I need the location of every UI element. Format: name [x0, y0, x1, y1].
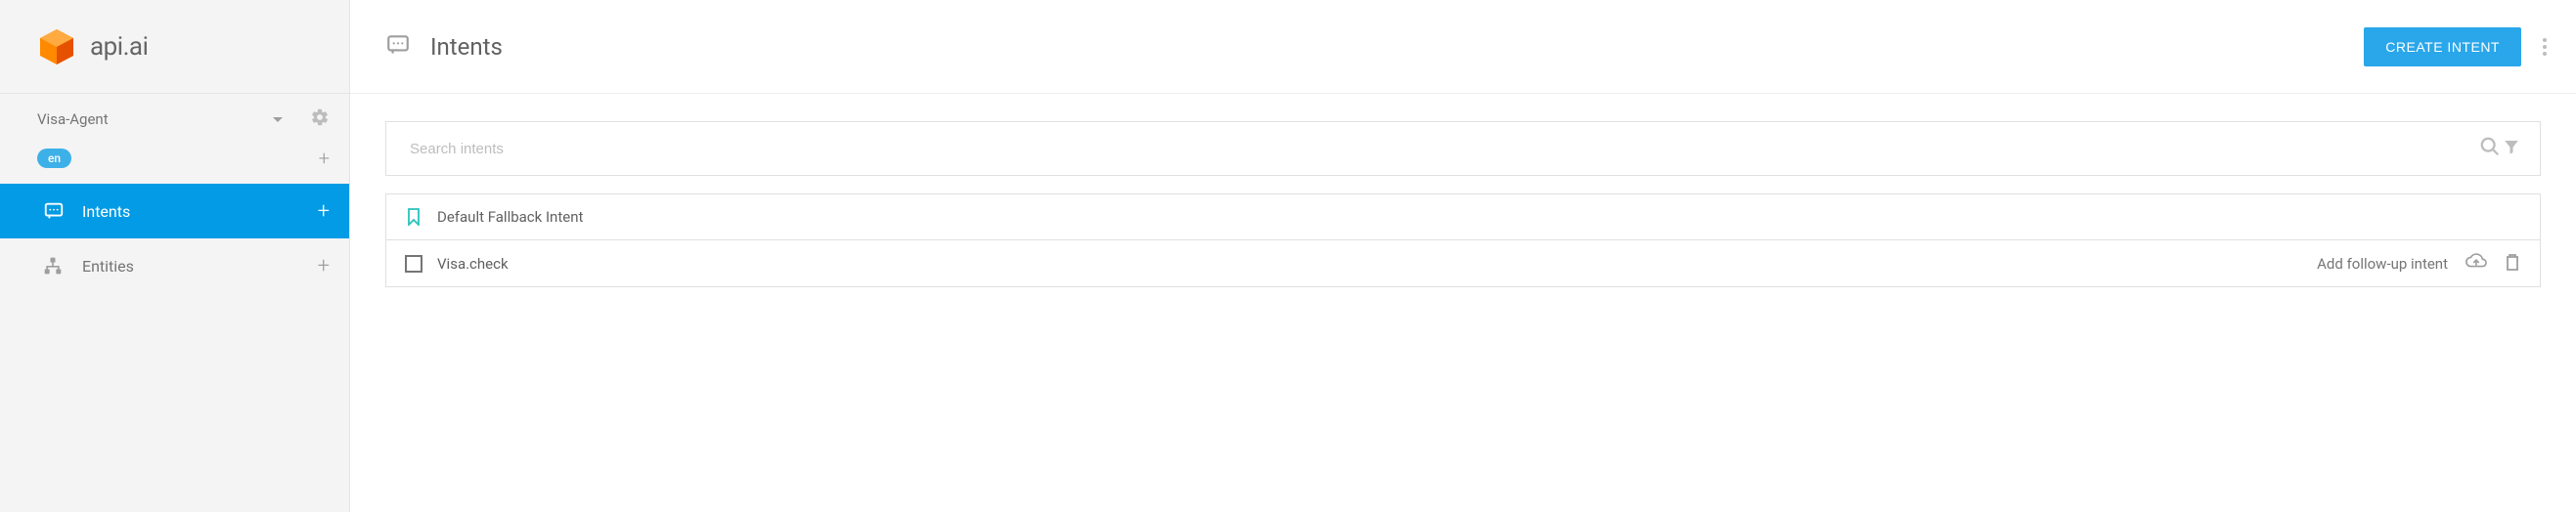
add-intent-icon[interactable]: +: [318, 199, 330, 224]
search-icon[interactable]: [2479, 136, 2501, 161]
bookmark-icon: [404, 207, 423, 227]
intent-list: Default Fallback Intent Visa.check Add f…: [385, 193, 2541, 287]
language-pill[interactable]: en: [37, 149, 71, 168]
nav-label: Entities: [82, 257, 318, 276]
add-entity-icon[interactable]: +: [318, 254, 330, 278]
main: Intents CREATE INTENT: [350, 0, 2576, 512]
sidebar: api.ai Visa-Agent en +: [0, 0, 350, 512]
intent-row[interactable]: Default Fallback Intent: [386, 194, 2540, 240]
entities-icon: [43, 256, 67, 276]
search-input[interactable]: [410, 141, 2479, 157]
agent-name: Visa-Agent: [37, 110, 273, 128]
nav-item-intents[interactable]: Intents +: [0, 184, 349, 238]
filter-icon[interactable]: [2503, 138, 2520, 159]
nav: Intents + Entities +: [0, 184, 349, 293]
trash-icon[interactable]: [2505, 253, 2520, 275]
intent-row[interactable]: Visa.check Add follow-up intent: [386, 240, 2540, 286]
brand-name: api.ai: [90, 32, 148, 62]
nav-label: Intents: [82, 202, 318, 221]
search-box: [385, 121, 2541, 176]
language-row: en +: [0, 141, 349, 184]
add-language-icon[interactable]: +: [319, 147, 330, 170]
add-followup-link[interactable]: Add follow-up intent: [2317, 255, 2448, 273]
intent-name: Default Fallback Intent: [437, 208, 2520, 226]
page-title: Intents: [430, 33, 2364, 61]
nav-item-entities[interactable]: Entities +: [0, 238, 349, 293]
header: Intents CREATE INTENT: [350, 0, 2576, 94]
brand-logo-icon: [37, 27, 76, 66]
logo[interactable]: api.ai: [0, 0, 349, 94]
gear-icon[interactable]: [310, 107, 330, 131]
chevron-down-icon: [273, 111, 283, 127]
intent-name: Visa.check: [437, 255, 2317, 273]
checkbox-icon[interactable]: [404, 254, 423, 274]
cloud-upload-icon[interactable]: [2465, 253, 2487, 275]
intents-icon: [43, 200, 67, 222]
intents-header-icon: [385, 32, 411, 62]
content: Default Fallback Intent Visa.check Add f…: [350, 94, 2576, 315]
more-menu-icon[interactable]: [2543, 38, 2547, 56]
create-intent-button[interactable]: CREATE INTENT: [2364, 27, 2521, 66]
agent-selector[interactable]: Visa-Agent: [0, 94, 349, 141]
